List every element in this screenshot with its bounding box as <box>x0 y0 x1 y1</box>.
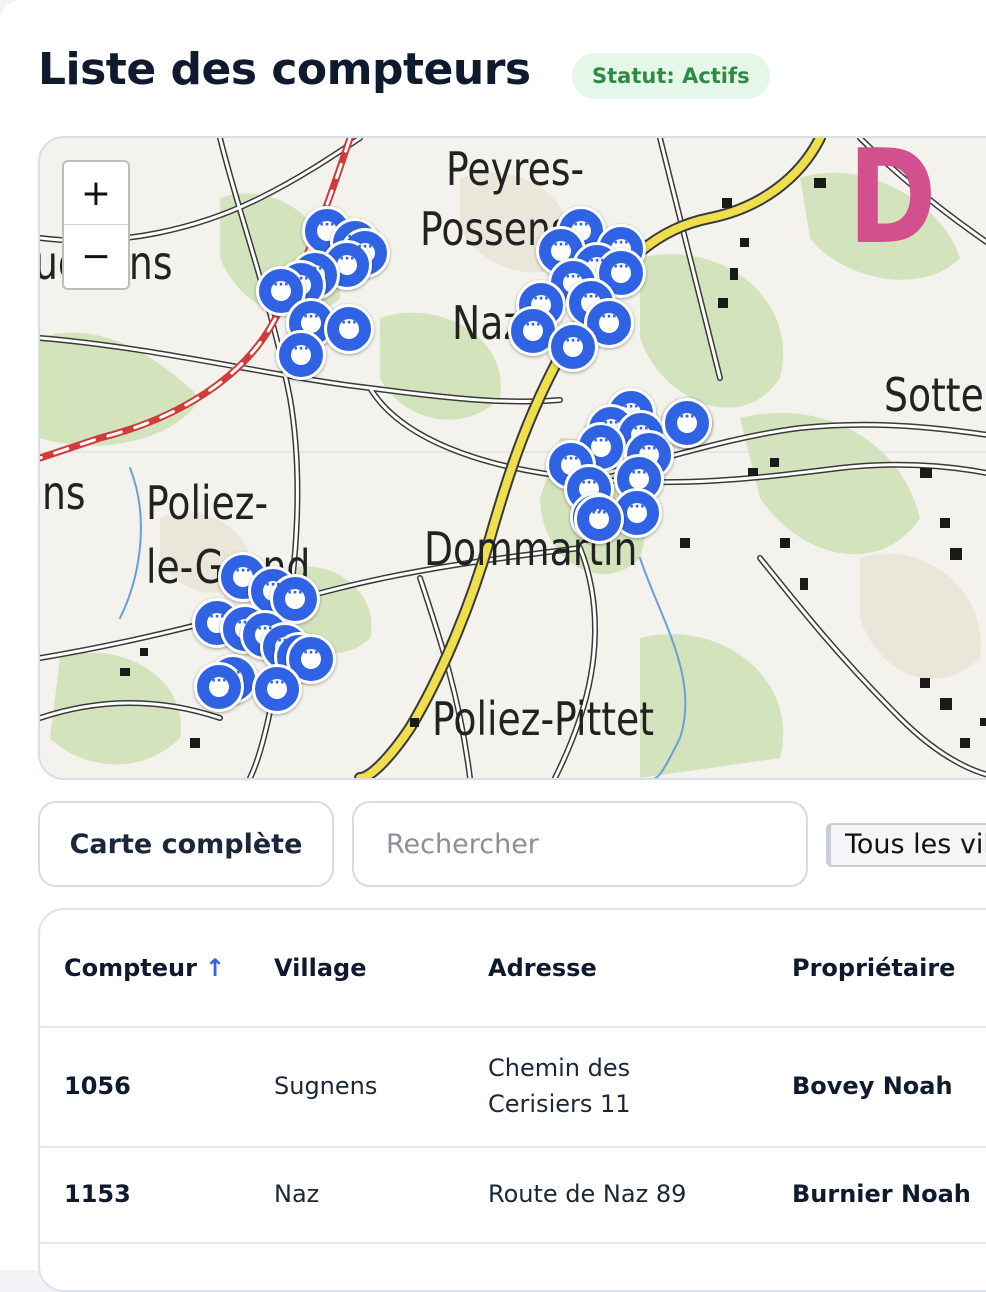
cell-compteur: 1153 <box>64 1180 131 1208</box>
map-label-sottens: Sottens <box>884 368 986 422</box>
main-card: Liste des compteurs Statut: Actifs D Pey… <box>0 0 986 1292</box>
sort-ascending-icon[interactable]: ↑ <box>205 954 225 982</box>
meter-pin-icon[interactable] <box>252 664 302 714</box>
table-row[interactable]: 1153 Naz Route de Naz 89 Burnier Noah <box>40 1146 986 1244</box>
search-input[interactable] <box>352 801 808 887</box>
column-header-compteur-label: Compteur <box>64 954 197 982</box>
meter-pin-icon[interactable] <box>548 322 598 372</box>
map-region-letter: D <box>848 136 937 273</box>
map-label-ens: ns <box>42 466 86 520</box>
zoom-out-button[interactable]: − <box>64 224 128 287</box>
zoom-control: + − <box>62 160 130 290</box>
cell-adresse: Chemin des Cerisiers 11 <box>488 1054 631 1118</box>
cell-adresse: Route de Naz 89 <box>488 1180 687 1208</box>
meters-table: Compteur ↑ Village Adresse Propriétaire 1… <box>38 908 986 1292</box>
column-header-proprietaire[interactable]: Propriétaire <box>792 954 955 982</box>
cell-proprietaire: Burnier Noah <box>792 1180 971 1208</box>
cell-compteur: 1056 <box>64 1072 131 1100</box>
page-title: Liste des compteurs <box>38 44 531 95</box>
zoom-in-button[interactable]: + <box>64 162 128 224</box>
map-label-poliez-grand-1: Poliez- <box>146 476 269 530</box>
column-header-village[interactable]: Village <box>274 954 366 982</box>
map-label-peyres: Peyres- <box>446 142 585 196</box>
table-row[interactable] <box>40 1242 986 1290</box>
full-map-button[interactable]: Carte complète <box>38 801 334 887</box>
status-badge[interactable]: Statut: Actifs <box>572 53 770 99</box>
cell-village: Sugnens <box>274 1072 378 1100</box>
meter-pin-icon[interactable] <box>276 330 326 380</box>
meters-map[interactable]: D Peyres- Possens Naz Sugnens Sottens ns… <box>38 136 986 780</box>
village-filter-select[interactable]: Tous les villages <box>826 823 986 867</box>
table-row[interactable]: 1056 Sugnens Chemin des Cerisiers 11 Bov… <box>40 1026 986 1146</box>
map-label-poliez-pittet: Poliez-Pittet <box>432 692 655 746</box>
cell-village: Naz <box>274 1180 320 1208</box>
column-header-compteur[interactable]: Compteur ↑ <box>64 954 225 982</box>
cell-proprietaire: Bovey Noah <box>792 1072 953 1100</box>
column-header-adresse[interactable]: Adresse <box>488 954 597 982</box>
